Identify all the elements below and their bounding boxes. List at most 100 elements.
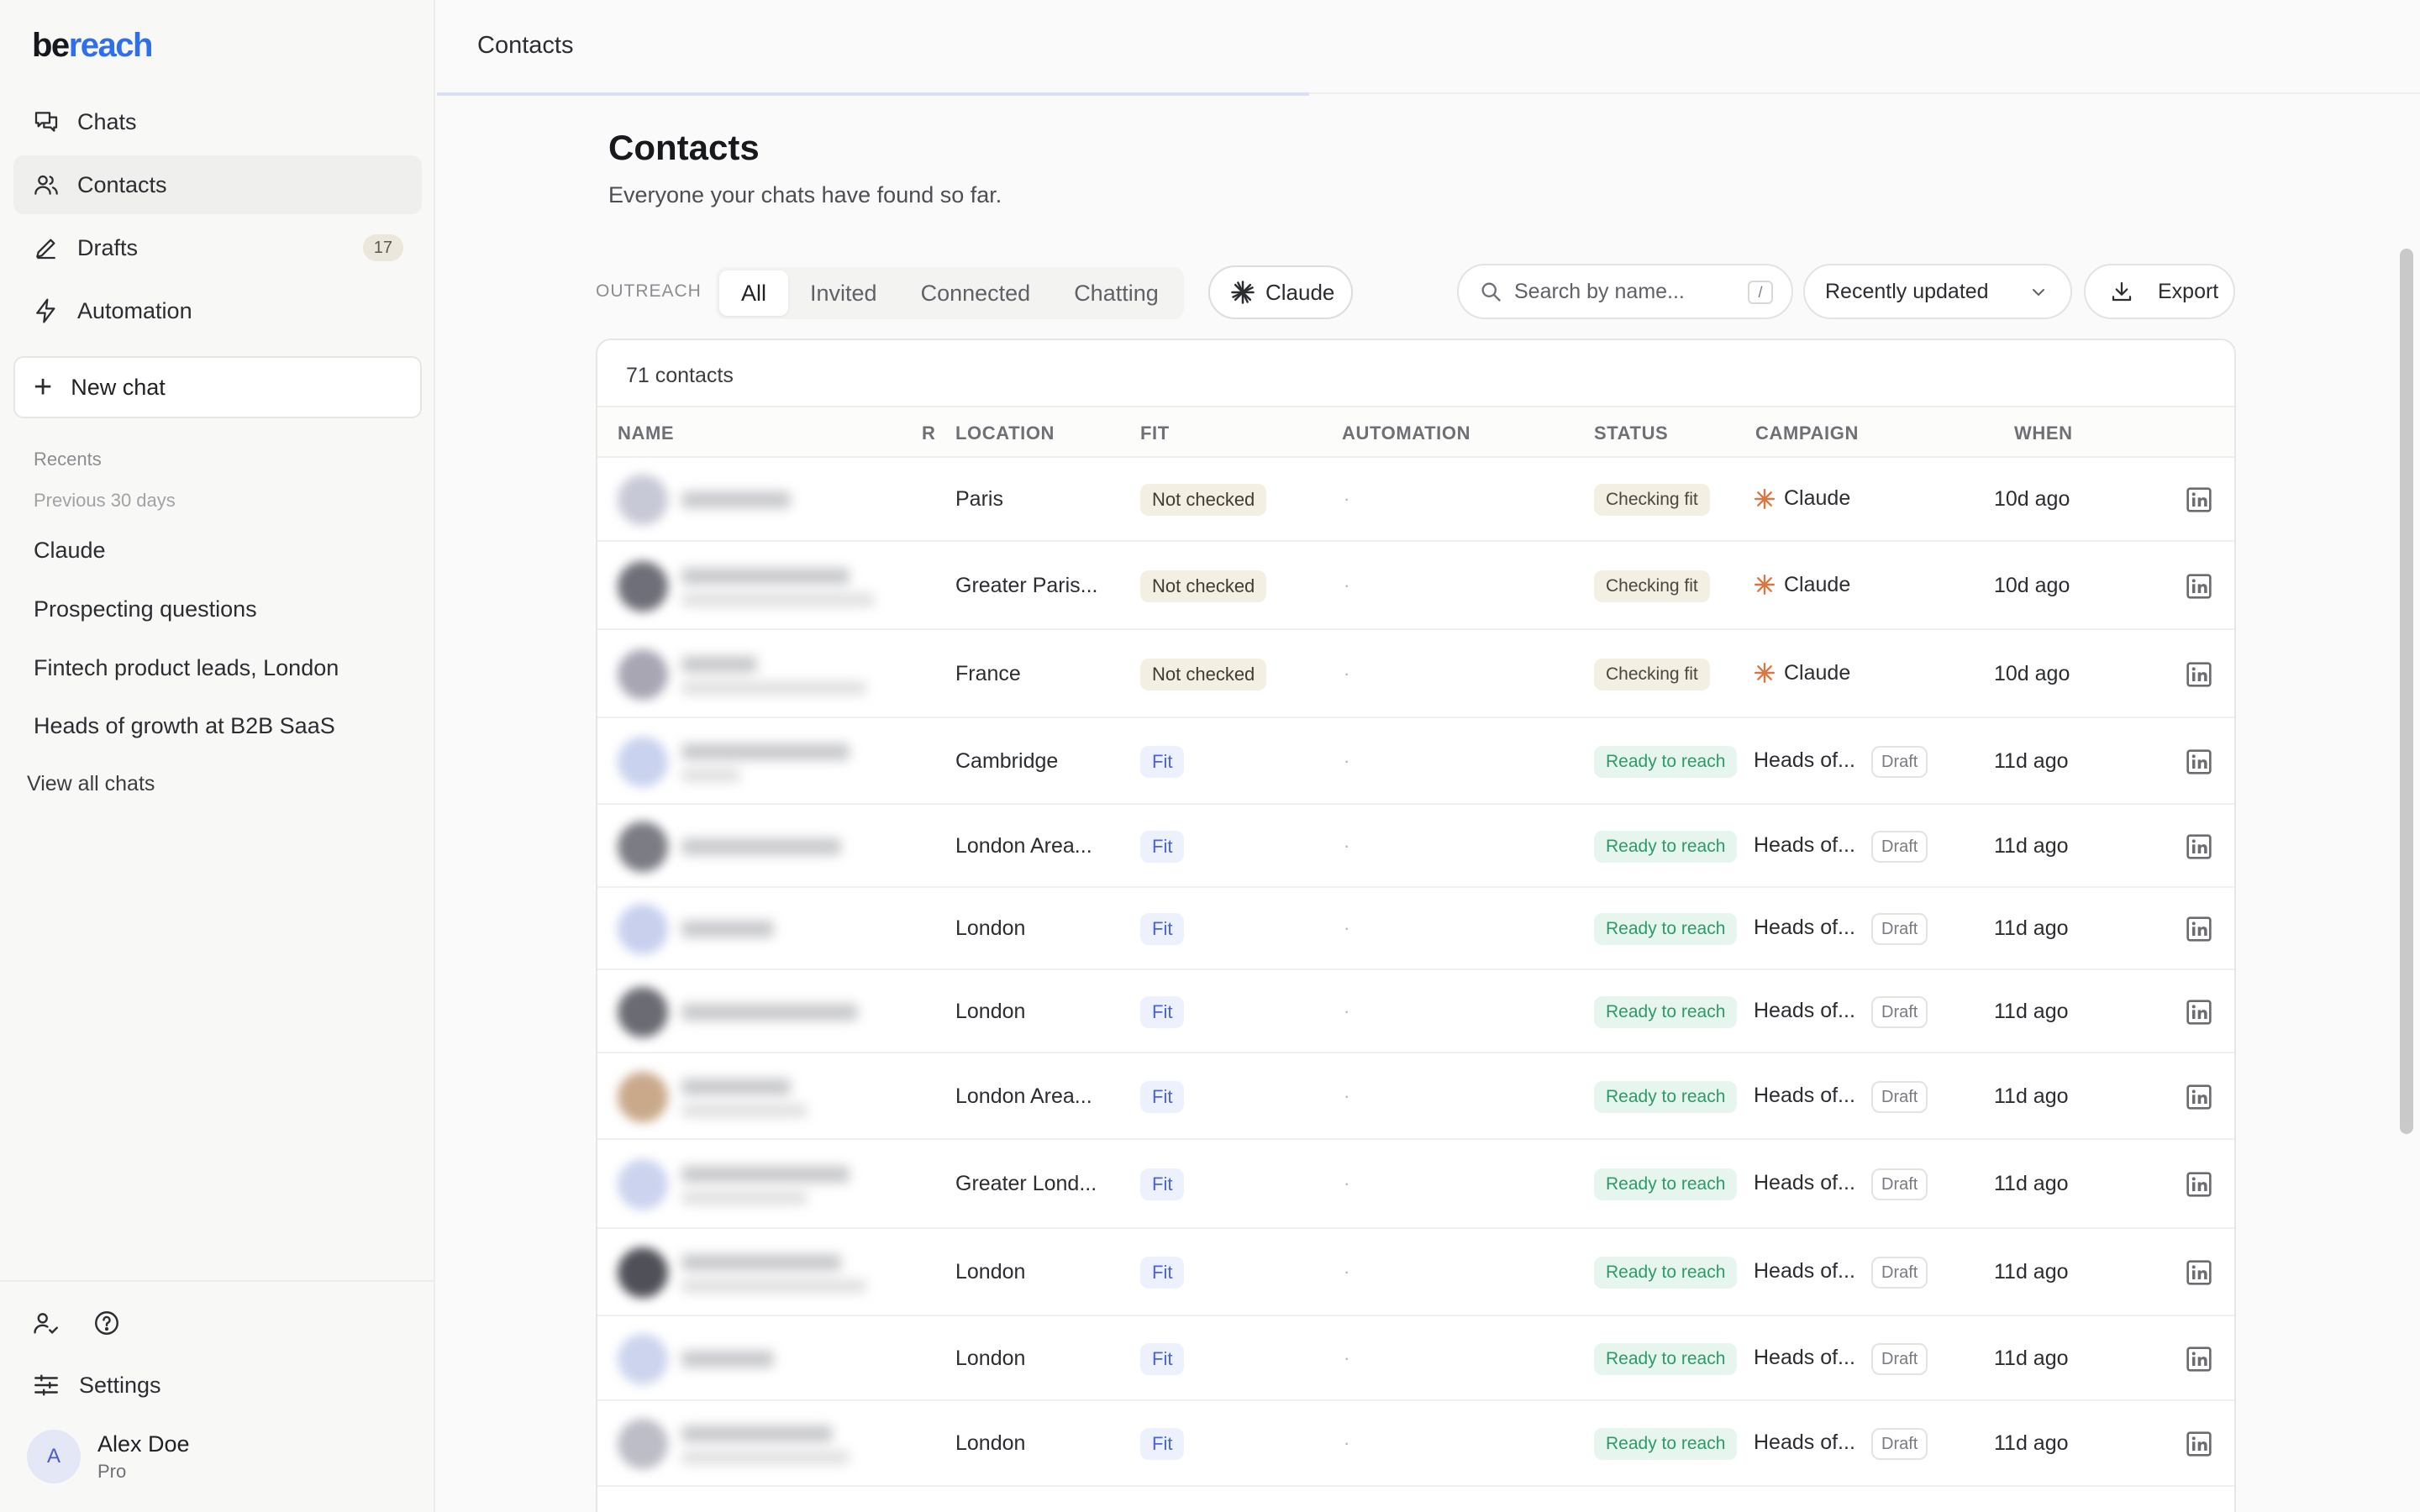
draft-badge[interactable]: Draft	[1871, 1342, 1928, 1375]
column-header-automation[interactable]: AUTOMATION	[1342, 423, 1470, 444]
search-box[interactable]: /	[1457, 264, 1793, 319]
column-header-status[interactable]: STATUS	[1594, 423, 1668, 444]
tab-all[interactable]: All	[719, 270, 789, 316]
table-row[interactable]: London Fit · Ready to reach Heads of... …	[597, 1401, 2234, 1487]
campaign-cell[interactable]: Heads of...	[1754, 1431, 1855, 1455]
table-row[interactable]: Greater Lond... Fit · Ready to reach Hea…	[597, 1140, 2234, 1229]
column-header-when[interactable]: WHEN	[2014, 423, 2073, 444]
linkedin-icon[interactable]	[2186, 916, 2212, 942]
column-header-name[interactable]: NAME	[618, 423, 674, 444]
contact-name-redacted[interactable]	[681, 1425, 833, 1442]
automation-value: ·	[1344, 834, 1350, 856]
linkedin-icon[interactable]	[2186, 1346, 2212, 1373]
contact-name-redacted[interactable]	[681, 1078, 791, 1095]
campaign-cell[interactable]: Heads of...	[1754, 833, 1855, 858]
table-row[interactable]: Cambridge Fit · Ready to reach Heads of.…	[597, 718, 2234, 805]
table-row[interactable]: London Fit · Ready to reach Heads of... …	[597, 888, 2234, 970]
linkedin-icon[interactable]	[2186, 1431, 2212, 1457]
linkedin-icon[interactable]	[2186, 1084, 2212, 1110]
table-row[interactable]: Greater Paris... Not checked · Checking …	[597, 542, 2234, 630]
linkedin-icon[interactable]	[2186, 1171, 2212, 1198]
linkedin-icon[interactable]	[2186, 573, 2212, 600]
table-row[interactable]: London Area... Fit · Ready to reach Head…	[597, 1053, 2234, 1140]
linkedin-icon[interactable]	[2186, 833, 2212, 860]
linkedin-icon[interactable]	[2186, 1259, 2212, 1286]
tab-connected[interactable]: Connected	[899, 270, 1053, 316]
fit-badge: Not checked	[1140, 484, 1267, 516]
draft-badge[interactable]: Draft	[1871, 1257, 1928, 1289]
recent-chat-item[interactable]: Prospecting questions	[34, 596, 257, 622]
campaign-cell[interactable]: Heads of...	[1754, 1084, 1855, 1108]
fit-badge: Fit	[1140, 995, 1185, 1028]
contact-name-redacted[interactable]	[681, 567, 850, 585]
sidebar-item-automation[interactable]: Automation	[13, 281, 422, 340]
help-icon[interactable]	[92, 1309, 121, 1337]
contact-name-redacted[interactable]	[681, 1350, 774, 1368]
contact-name-redacted[interactable]	[681, 743, 850, 760]
linkedin-icon[interactable]	[2186, 748, 2212, 775]
linkedin-icon[interactable]	[2186, 661, 2212, 688]
campaign-cell[interactable]: Heads of...	[1754, 1171, 1855, 1195]
column-header-campaign[interactable]: CAMPAIGN	[1755, 423, 1859, 444]
recent-chat-item[interactable]: Fintech product leads, London	[34, 655, 339, 681]
automation-value: ·	[1344, 662, 1350, 684]
table-row[interactable]: London Fit · Ready to reach Heads of... …	[597, 1316, 2234, 1401]
sidebar-item-drafts[interactable]: Drafts 17	[13, 218, 422, 277]
contact-name-redacted[interactable]	[681, 1254, 841, 1271]
contact-location: London	[955, 1260, 1026, 1284]
user-profile[interactable]: A Alex Doe Pro	[27, 1430, 190, 1483]
table-row[interactable]: London Fit · Ready to reach Heads of... …	[597, 970, 2234, 1053]
settings-button[interactable]: Settings	[32, 1371, 161, 1399]
user-check-icon[interactable]	[32, 1309, 60, 1337]
sort-dropdown[interactable]: Recently updated	[1803, 264, 2072, 319]
column-header-location[interactable]: LOCATION	[955, 423, 1055, 444]
claude-spark-icon	[1231, 281, 1255, 304]
linkedin-icon[interactable]	[2186, 999, 2212, 1026]
contact-name-redacted[interactable]	[681, 921, 774, 937]
campaign-cell[interactable]: Claude	[1754, 573, 1850, 597]
campaign-cell[interactable]: Heads of...	[1754, 748, 1855, 773]
view-all-chats-link[interactable]: View all chats	[27, 772, 155, 796]
export-button[interactable]: Export	[2084, 264, 2235, 319]
draft-badge[interactable]: Draft	[1871, 1168, 1928, 1200]
fit-badge: Fit	[1140, 830, 1185, 863]
app-logo[interactable]: bereach	[32, 27, 153, 65]
contact-name-redacted[interactable]	[681, 1003, 858, 1021]
recent-chat-item[interactable]: Claude	[34, 538, 106, 564]
draft-badge[interactable]: Draft	[1871, 830, 1928, 863]
search-input[interactable]	[1514, 279, 1741, 304]
page-scrollbar[interactable]	[2400, 249, 2413, 1134]
tab-chatting[interactable]: Chatting	[1052, 270, 1181, 316]
contact-name-redacted[interactable]	[681, 1166, 850, 1183]
draft-badge[interactable]: Draft	[1871, 995, 1928, 1028]
draft-badge[interactable]: Draft	[1871, 1428, 1928, 1460]
table-row[interactable]: London Area... Fit · Ready to reach Head…	[597, 805, 2234, 888]
table-row[interactable]: France Not checked · Checking fit Claude…	[597, 630, 2234, 718]
draft-badge[interactable]: Draft	[1871, 1080, 1928, 1113]
contact-name-redacted[interactable]	[681, 837, 841, 855]
table-row[interactable]: Paris Not checked · Checking fit Claude …	[597, 458, 2234, 542]
fit-badge: Fit	[1140, 1080, 1185, 1113]
column-header-r[interactable]: R	[922, 423, 936, 444]
contacts-count: 71 contacts	[626, 364, 734, 387]
contact-name-redacted[interactable]	[681, 655, 757, 673]
campaign-cell[interactable]: Claude	[1754, 661, 1850, 685]
table-row[interactable]: London Fit · Ready to reach Heads of... …	[597, 1229, 2234, 1316]
column-header-fit[interactable]: FIT	[1140, 423, 1170, 444]
campaign-cell[interactable]: Heads of...	[1754, 916, 1855, 940]
linkedin-icon[interactable]	[2186, 486, 2212, 513]
sidebar-item-chats[interactable]: Chats	[13, 92, 422, 151]
tab-invited[interactable]: Invited	[788, 270, 899, 316]
campaign-cell[interactable]: Heads of...	[1754, 1346, 1855, 1370]
draft-badge[interactable]: Draft	[1871, 745, 1928, 778]
updated-when: 11d ago	[1994, 1346, 2069, 1370]
draft-badge[interactable]: Draft	[1871, 913, 1928, 945]
contact-name-redacted[interactable]	[681, 491, 791, 508]
recent-chat-item[interactable]: Heads of growth at B2B SaaS	[34, 713, 335, 739]
campaign-cell[interactable]: Heads of...	[1754, 999, 1855, 1023]
campaign-cell[interactable]: Heads of...	[1754, 1259, 1855, 1284]
new-chat-button[interactable]: + New chat	[13, 356, 422, 418]
campaign-cell[interactable]: Claude	[1754, 486, 1850, 511]
sidebar-item-contacts[interactable]: Contacts	[13, 155, 422, 214]
campaign-filter-chip[interactable]: Claude	[1208, 265, 1353, 319]
